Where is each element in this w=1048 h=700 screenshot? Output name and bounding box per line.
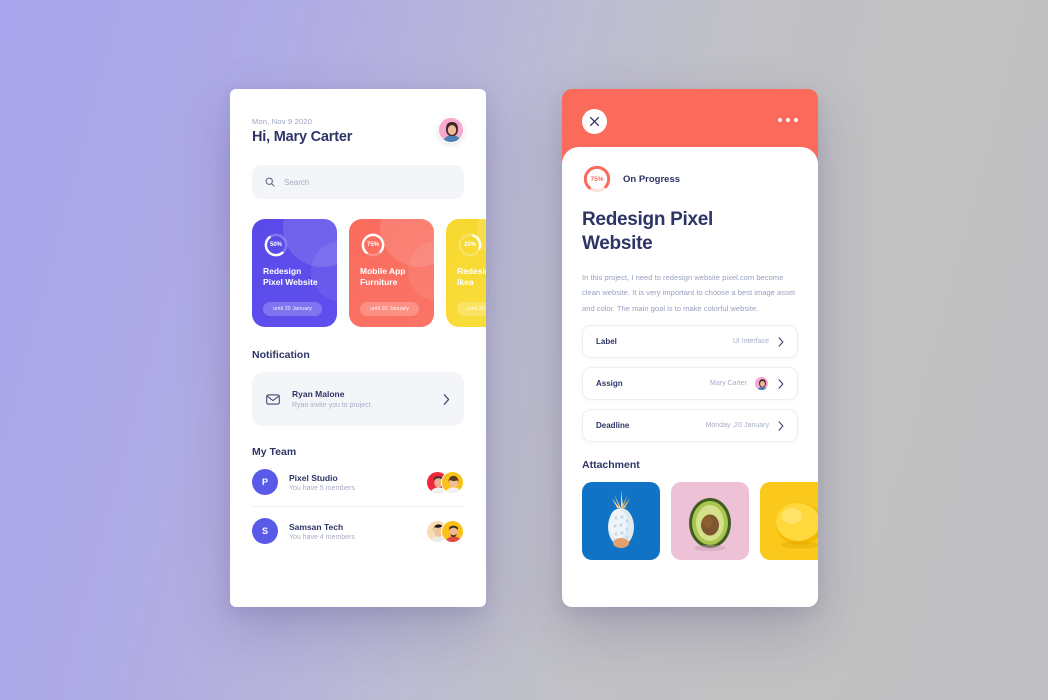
field-value: Monday ,20 January [705, 422, 769, 430]
progress-ring: 50% [263, 232, 289, 258]
card-title-line: Ikea [457, 277, 474, 288]
dashboard-screen: Mon, Nov 9 2020 Hi, Mary Carter Search 5… [230, 89, 486, 607]
list-item[interactable]: P Pixel Studio You have 5 members [252, 458, 464, 506]
project-detail-screen: 75% On Progress Redesign Pixel Website I… [562, 89, 818, 607]
notification-item[interactable]: Ryan Malone Ryan invite you to project. [252, 372, 464, 426]
detail-sheet: 75% On Progress Redesign Pixel Website I… [562, 147, 818, 607]
card-title: Mobile App Furniture [360, 266, 423, 288]
search-input[interactable]: Search [252, 165, 464, 199]
close-icon [589, 116, 600, 127]
chevron-right-icon[interactable] [443, 393, 450, 405]
field-label-row[interactable]: Label UI Interface [582, 325, 798, 359]
pineapple-image [582, 482, 660, 561]
project-description: In this project, I need to redesign webs… [582, 272, 796, 313]
progress-ring: 25% [457, 232, 483, 258]
project-card[interactable]: 75% Mobile App Furniture until 20 Januar… [349, 219, 434, 327]
member-avatars[interactable] [426, 519, 464, 543]
status-label: On Progress [623, 173, 681, 185]
progress-percent: 75% [590, 175, 604, 183]
pineapple-thumbnail[interactable] [582, 482, 660, 561]
member-avatars[interactable] [426, 470, 464, 494]
field-assign-row[interactable]: Assign Mary Carter [582, 367, 798, 401]
dot [786, 118, 790, 122]
progress-ring: 75% [582, 164, 612, 194]
page-title-line: Redesign Pixel [582, 209, 713, 230]
field-value: Mary Carter [710, 380, 747, 388]
notification-section-title: Notification [252, 349, 310, 361]
close-button[interactable] [582, 109, 607, 134]
project-cards-carousel[interactable]: 50% Redesign Pixel Website until 20 Janu… [230, 219, 486, 327]
search-icon [265, 177, 275, 187]
field-label: Deadline [596, 421, 630, 431]
team-member-count: You have 4 members [289, 533, 355, 541]
attachment-list[interactable] [582, 482, 818, 561]
lemon-thumbnail[interactable] [760, 482, 818, 561]
progress-percent: 75% [366, 242, 379, 248]
header-date: Mon, Nov 9 2020 Hi, Mary Carter [252, 117, 464, 145]
avatar [441, 519, 464, 543]
field-label: Label [596, 337, 617, 347]
avatar[interactable] [438, 117, 464, 143]
avocado-thumbnail[interactable] [671, 482, 749, 561]
card-deadline-chip: until 20 January [457, 302, 486, 316]
team-name: Pixel Studio [289, 472, 338, 483]
card-title: Redesign Ikea [457, 266, 486, 288]
project-card[interactable]: 50% Redesign Pixel Website until 20 Janu… [252, 219, 337, 327]
team-name: Samsan Tech [289, 521, 344, 532]
project-card[interactable]: 25% Redesign Ikea until 20 January [446, 219, 486, 327]
field-deadline-row[interactable]: Deadline Monday ,20 January [582, 409, 798, 443]
status-badge: 75% On Progress [582, 164, 798, 194]
list-item[interactable]: S Samsan Tech You have 4 members [252, 506, 464, 555]
greeting-title: Hi, Mary Carter [252, 129, 353, 145]
team-initial-badge: S [252, 518, 278, 544]
card-deadline-chip: until 20 January [263, 302, 322, 316]
team-member-count: You have 5 members [289, 484, 355, 492]
card-title: Redesign Pixel Website [263, 266, 326, 288]
chevron-right-icon[interactable] [778, 337, 784, 347]
team-initial-badge: P [252, 469, 278, 495]
card-title-line: Mobile App [360, 266, 406, 276]
lemon-image [760, 482, 818, 561]
detail-header [562, 89, 818, 149]
avatar [754, 376, 769, 392]
attachment-section-title: Attachment [582, 459, 640, 472]
progress-ring: 75% [360, 232, 386, 258]
chevron-right-icon[interactable] [778, 379, 784, 389]
dot [778, 118, 782, 122]
avatar [441, 470, 464, 494]
card-deadline-chip: until 20 January [360, 302, 419, 316]
chevron-right-icon[interactable] [778, 421, 784, 431]
page-title: Redesign Pixel Website [582, 208, 798, 257]
notification-message: Ryan invite you to project. [292, 402, 373, 409]
more-horizontal-icon[interactable] [778, 118, 798, 122]
field-value: UI Interface [732, 338, 769, 346]
search-placeholder: Search [284, 177, 310, 187]
card-title-line: Redesign [263, 266, 302, 276]
date-label: Mon, Nov 9 2020 [252, 117, 313, 126]
card-title-line: Furniture [360, 277, 398, 288]
team-section-title: My Team [252, 446, 297, 458]
avocado-image [671, 482, 749, 561]
notification-title: Ryan Malone [292, 389, 345, 399]
page-title-line: Website [582, 233, 653, 255]
envelope-icon [266, 393, 280, 405]
card-title-line: Redesign [457, 266, 486, 276]
card-title-line: Pixel Website [263, 277, 318, 288]
field-label: Assign [596, 379, 623, 389]
progress-percent: 50% [269, 242, 282, 248]
progress-percent: 25% [463, 242, 476, 248]
dot [794, 118, 798, 122]
